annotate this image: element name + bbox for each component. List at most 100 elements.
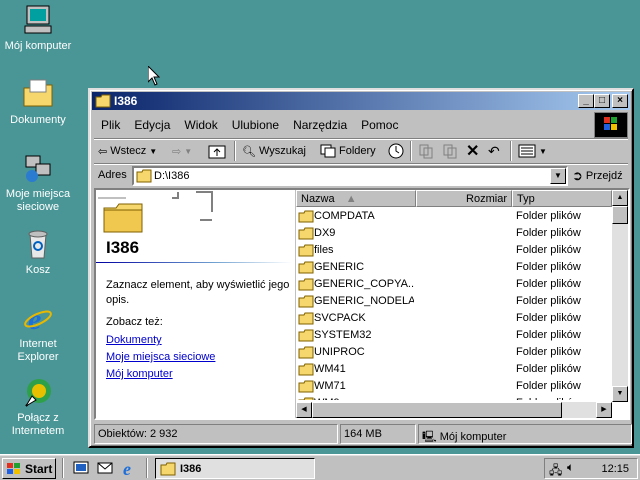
file-row[interactable]: WM71 Folder plików [296, 378, 612, 395]
search-icon: 🔍︎ [242, 145, 256, 158]
menu-favorites[interactable]: Ulubione [225, 114, 286, 136]
folders-button[interactable]: Foldery [320, 142, 376, 160]
copy-to-icon [443, 144, 457, 159]
move-to-icon [419, 144, 433, 159]
address-dropdown-button[interactable]: ▼ [550, 168, 566, 184]
file-name: SVCPACK [314, 312, 366, 324]
desktop-icon-documents[interactable]: Dokumenty [0, 78, 76, 127]
folder-icon [298, 295, 314, 308]
desktop-icon-label: Mój komputer [4, 40, 72, 52]
folder-icon [298, 278, 314, 291]
file-type: Folder plików [516, 227, 581, 239]
web-view-pane: I386 Zaznacz element, aby wyświetlić jeg… [96, 190, 296, 418]
chevron-down-icon[interactable]: ▼ [149, 147, 157, 156]
file-row[interactable]: WM9 Folder plików [296, 395, 612, 400]
file-list: Nazwa ▲ Rozmiar Typ COMPDATA Folder plikó… [296, 190, 628, 418]
start-label: Start [25, 461, 53, 476]
column-size-label: Rozmiar [466, 193, 507, 205]
up-folder-button[interactable] [208, 142, 226, 160]
delete-button[interactable]: ✕ [466, 142, 479, 160]
file-row[interactable]: GENERIC Folder plików [296, 259, 612, 276]
file-row[interactable]: GENERIC_COPYA... Folder plików [296, 276, 612, 293]
link-documents[interactable]: Dokumenty [106, 334, 162, 346]
views-button[interactable]: ▼ [518, 142, 547, 160]
column-header-type[interactable]: Typ [512, 190, 612, 207]
taskbar-window-button[interactable]: I386 [155, 458, 315, 479]
file-type: Folder plików [516, 278, 581, 290]
file-name: DX9 [314, 227, 336, 239]
network-tray-icon[interactable]: 🖧 [549, 461, 562, 480]
menu-edit[interactable]: Edycja [127, 114, 177, 136]
maximize-button[interactable]: □ [594, 94, 610, 108]
file-row[interactable]: files Folder plików [296, 242, 612, 259]
column-name-label: Nazwa [301, 193, 335, 205]
menu-view[interactable]: Widok [177, 114, 224, 136]
quicklaunch-outlook[interactable] [96, 459, 114, 477]
file-type: Folder plików [516, 346, 581, 358]
column-header-name[interactable]: Nazwa ▲ [296, 190, 416, 207]
link-my-computer[interactable]: Mój komputer [106, 368, 173, 380]
address-bar: Adres D:\I386 ▼ ➲ Przejdź [94, 163, 628, 187]
menu-help[interactable]: Pomoc [354, 114, 405, 136]
file-row[interactable]: UNIPROC Folder plików [296, 344, 612, 361]
column-header-size[interactable]: Rozmiar [416, 190, 512, 207]
file-type: Folder plików [516, 363, 581, 375]
copy-to-button[interactable] [442, 142, 458, 160]
desktop-icon-my-computer[interactable]: Mój komputer [0, 4, 76, 53]
title-bar[interactable]: I386 _ □ × [92, 92, 630, 110]
quicklaunch-internet-explorer[interactable]: e [120, 459, 138, 479]
desktop-icon-label: Kosz [25, 264, 51, 276]
file-row[interactable]: GENERIC_NODELAY Folder plików [296, 293, 612, 310]
toolbar-separator [510, 141, 512, 161]
horizontal-scrollbar[interactable]: ◀ ▶ [296, 402, 612, 418]
minimize-button[interactable]: _ [578, 94, 594, 108]
file-name: files [314, 244, 334, 256]
connect-internet-icon [22, 376, 54, 408]
scroll-thumb[interactable] [612, 206, 628, 224]
scroll-up-button[interactable]: ▲ [612, 190, 628, 206]
back-arrow-icon: ⇦ [98, 145, 108, 158]
desktop-icon-network[interactable]: Moje miejsca sieciowe [0, 152, 76, 214]
scroll-right-button[interactable]: ▶ [596, 402, 612, 418]
file-row[interactable]: COMPDATA Folder plików [296, 208, 612, 225]
outlook-icon [97, 462, 113, 474]
file-type: Folder plików [516, 261, 581, 273]
address-input[interactable]: D:\I386 ▼ [132, 166, 568, 186]
scroll-down-button[interactable]: ▼ [612, 386, 628, 402]
history-button[interactable] [388, 142, 404, 160]
move-to-button[interactable] [418, 142, 434, 160]
desktop-icon-internet-explorer[interactable]: e Internet Explorer [0, 302, 76, 364]
file-row[interactable]: DX9 Folder plików [296, 225, 612, 242]
back-label: Wstecz [110, 145, 147, 157]
file-name: UNIPROC [314, 346, 365, 358]
quicklaunch-show-desktop[interactable] [72, 459, 90, 477]
scroll-left-button[interactable]: ◀ [296, 402, 312, 418]
back-button[interactable]: ⇦ Wstecz ▼ [98, 142, 157, 160]
see-also-heading: Zobacz też: [106, 316, 163, 328]
menu-tools[interactable]: Narzędzia [286, 114, 354, 136]
undo-button[interactable]: ↶ [488, 142, 500, 160]
volume-icon[interactable]: 🔈︎ [567, 460, 574, 475]
search-button[interactable]: 🔍︎ Wyszukaj [242, 142, 306, 160]
start-button[interactable]: Start [2, 458, 56, 479]
up-folder-icon [208, 145, 226, 159]
computer-icon: 🖳 [422, 431, 437, 443]
desktop-icon-connect-internet[interactable]: Połącz z Internetem [0, 376, 76, 438]
go-button[interactable]: ➲ Przejdź [572, 167, 623, 185]
file-name: WM71 [314, 380, 346, 392]
link-network-places[interactable]: Moje miejsca sieciowe [106, 351, 215, 363]
recycle-bin-icon [22, 228, 54, 260]
file-row[interactable]: WM41 Folder plików [296, 361, 612, 378]
clock[interactable]: 12:15 [601, 463, 629, 475]
delete-x-icon: ✕ [466, 143, 480, 160]
file-row[interactable]: SYSTEM32 Folder plików [296, 327, 612, 344]
menu-file[interactable]: Plik [94, 114, 127, 136]
file-row[interactable]: SVCPACK Folder plików [296, 310, 612, 327]
desktop-icon-recycle-bin[interactable]: Kosz [0, 228, 76, 277]
file-rows: COMPDATA Folder plików DX9 Folder plików fil… [296, 208, 612, 400]
title-divider [96, 262, 292, 263]
vertical-scrollbar[interactable]: ▲ ▼ [612, 190, 628, 402]
hscroll-thumb[interactable] [312, 402, 562, 418]
close-button[interactable]: × [612, 94, 628, 108]
forward-button[interactable]: ⇨ ▼ [172, 142, 192, 160]
